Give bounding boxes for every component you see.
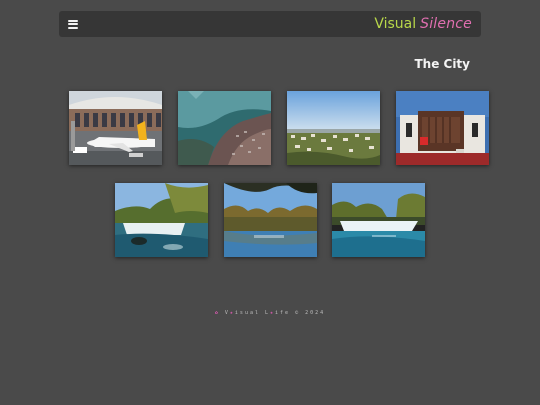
top-navbar: Visual Silence [59,11,481,37]
gallery-thumb-waterfall-wide[interactable] [332,183,425,257]
footer-copyright-text: © 2024 [295,310,326,316]
star-icon: ✿ [214,310,220,316]
gallery-thumb-city-panorama[interactable] [287,91,380,165]
gallery-thumb-wooden-box[interactable] [396,91,489,165]
gallery-thumb-aerial-coast[interactable] [178,91,271,165]
footer-copyright: ✿ V★isual L★ife © 2024 [0,310,540,316]
brand-word-visual: Visual [374,16,417,32]
brand-word-silence: Silence [420,16,472,32]
gallery-thumb-river-trees[interactable] [224,183,317,257]
brand-logo[interactable]: Visual Silence [374,11,472,37]
footer-brand-visual: V★isual [224,310,260,316]
page: Visual Silence The City ✿ V★isual L★ife … [0,0,540,405]
hamburger-menu-icon[interactable] [68,19,78,29]
page-title: The City [414,57,470,71]
gallery-thumb-waterfall-forest[interactable] [115,183,208,257]
gallery-thumb-airport[interactable] [69,91,162,165]
footer-brand-life: L★ife [265,310,291,316]
